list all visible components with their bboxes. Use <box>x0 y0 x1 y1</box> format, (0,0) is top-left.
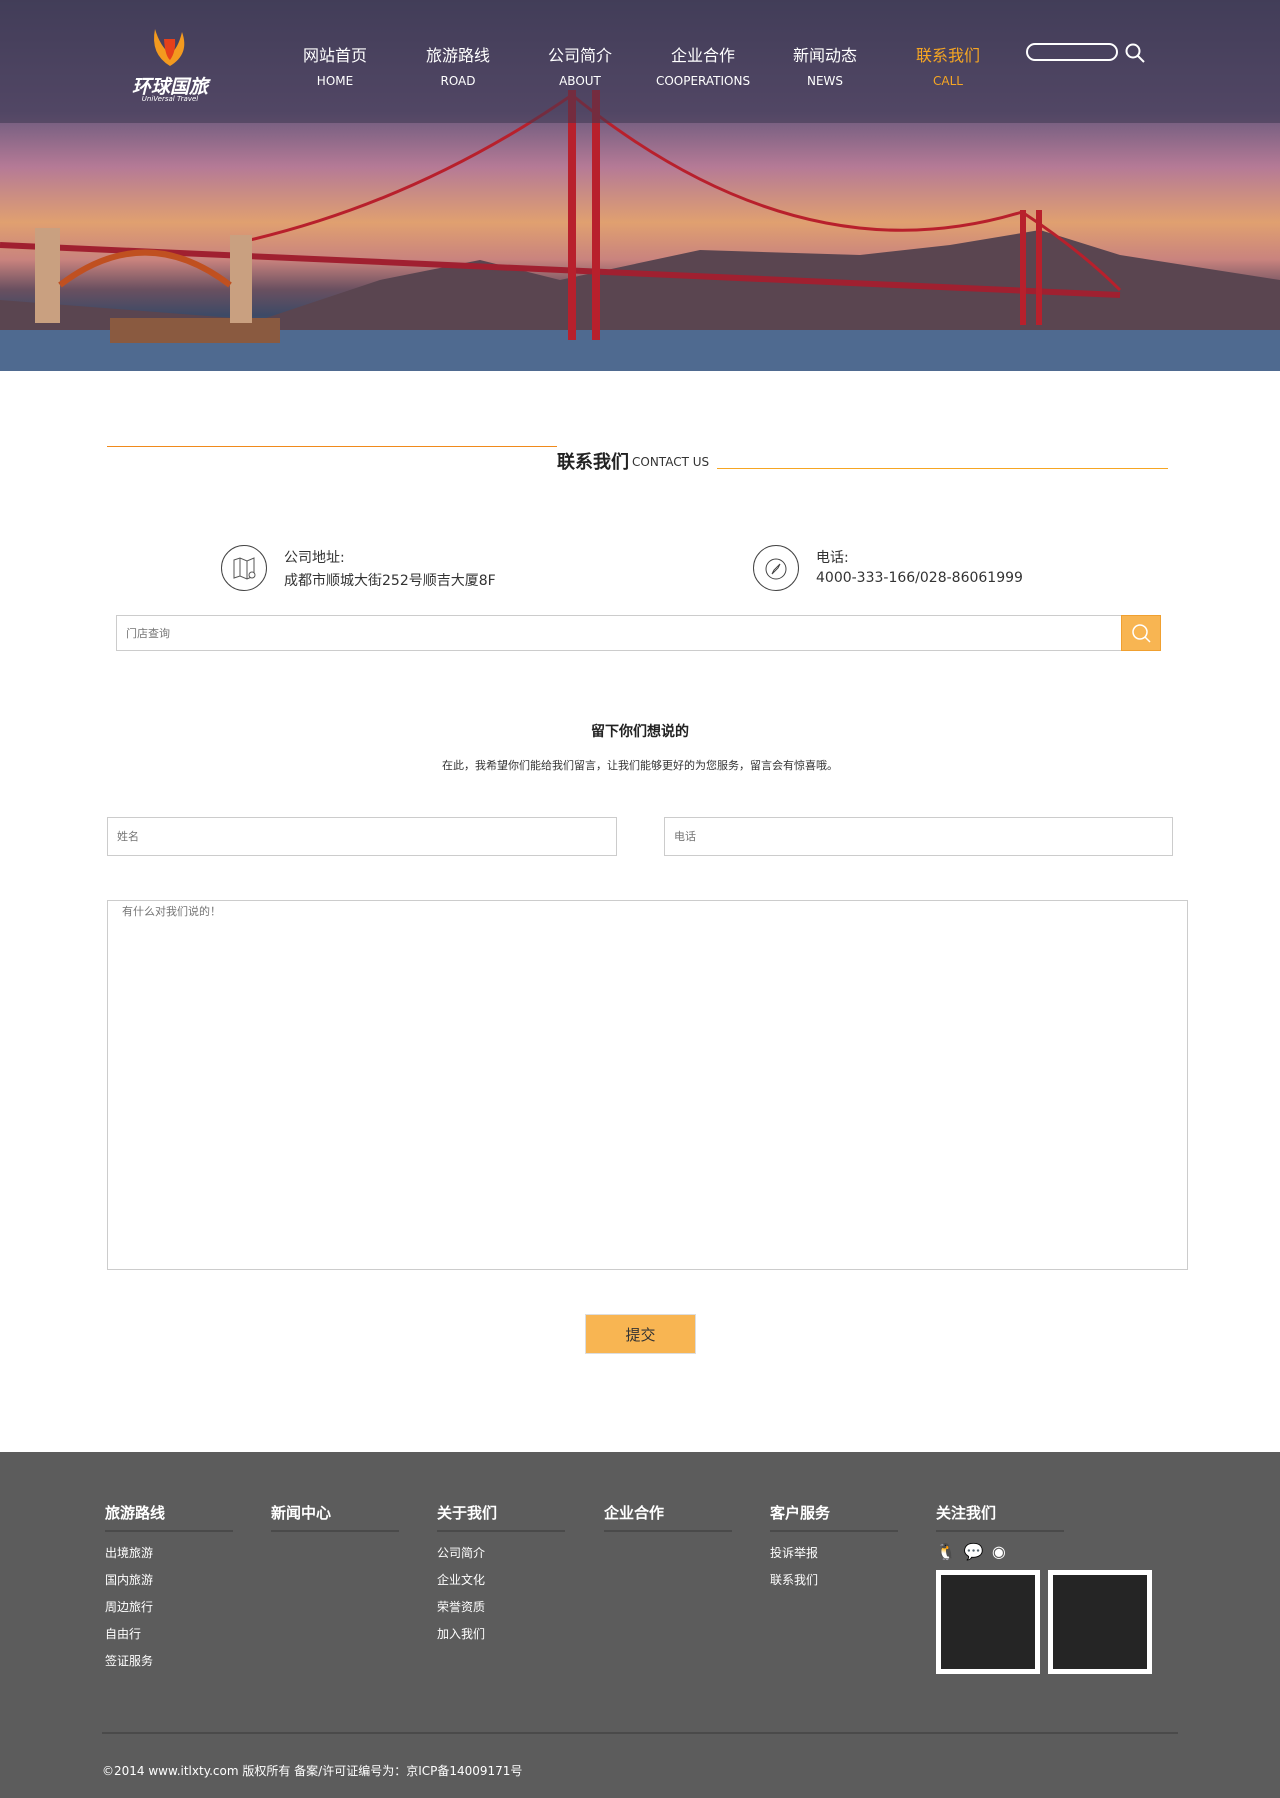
footer-link[interactable]: 周边旅行 <box>105 1598 233 1614</box>
address-value: 成都市顺城大街252号顺吉大厦8F <box>284 573 496 589</box>
search-icon[interactable] <box>1124 42 1146 64</box>
qr-code <box>1048 1570 1152 1674</box>
nav-label: 新闻动态 <box>792 46 857 65</box>
message-textarea[interactable] <box>107 900 1188 1270</box>
nav-road[interactable]: 旅游路线 ROAD <box>398 42 518 88</box>
submit-button[interactable]: 提交 <box>585 1314 696 1354</box>
search-icon <box>1132 624 1151 643</box>
footer: 旅游路线 出境旅游 国内旅游 周边旅行 自由行 签证服务 新闻中心 关于我们 公司简介企… <box>0 1452 1280 1798</box>
wechat-icon[interactable]: 💬 <box>964 1542 984 1561</box>
footer-heading: 旅游路线 <box>105 1502 233 1532</box>
nav-home[interactable]: 网站首页 HOME <box>275 42 395 88</box>
nav-about[interactable]: 公司简介 ABOUT <box>520 42 640 88</box>
header-search-input[interactable] <box>1026 43 1118 61</box>
nav-cooperations[interactable]: 企业合作 COOPERATIONS <box>643 42 763 88</box>
footer-link[interactable]: 国内旅游 <box>105 1571 233 1587</box>
store-search-button[interactable] <box>1121 615 1161 651</box>
site-header: 环球国旅 UniVersal Travel 网站首页 HOME 旅游路线 ROAD … <box>0 0 1280 123</box>
message-subtitle: 在此，我希望你们能给我们留言，让我们能够更好的为您服务，留言会有惊喜哦。 <box>442 759 838 772</box>
nav-label: 企业合作 <box>670 46 735 65</box>
footer-link[interactable]: 投诉举报 <box>770 1544 898 1560</box>
phone-input[interactable] <box>664 817 1173 856</box>
nav-sublabel: CALL <box>933 74 963 88</box>
compass-icon <box>753 545 799 591</box>
footer-col-news: 新闻中心 <box>271 1502 399 1532</box>
site-logo[interactable]: 环球国旅 UniVersal Travel <box>120 24 220 104</box>
address-label: 公司地址: <box>284 550 345 566</box>
footer-heading: 客户服务 <box>770 1502 898 1532</box>
footer-col-service: 客户服务 投诉举报联系我们 <box>770 1502 898 1587</box>
message-title: 留下你们想说的 <box>591 724 689 740</box>
nav-label: 公司简介 <box>547 46 612 65</box>
footer-link[interactable]: 公司简介 <box>437 1544 565 1560</box>
nav-label: 旅游路线 <box>425 46 490 65</box>
divider <box>717 468 1168 469</box>
store-search-input[interactable] <box>117 616 1117 650</box>
flame-logo-icon <box>154 29 185 66</box>
nav-sublabel: ROAD <box>440 74 476 88</box>
footer-heading: 企业合作 <box>604 1502 732 1532</box>
nav-sublabel: COOPERATIONS <box>655 74 751 88</box>
footer-link[interactable]: 自由行 <box>105 1625 233 1641</box>
footer-link[interactable]: 荣誉资质 <box>437 1598 565 1614</box>
phone-label: 电话: <box>816 550 849 566</box>
footer-link[interactable]: 加入我们 <box>437 1625 565 1641</box>
footer-heading: 新闻中心 <box>271 1502 399 1532</box>
title-cn: 联系我们 <box>557 452 629 473</box>
footer-col-follow: 关注我们 🐧 💬 ◉ <box>936 1502 1064 1561</box>
store-search-bar <box>116 615 1161 651</box>
footer-link[interactable]: 签证服务 <box>105 1652 233 1668</box>
nav-news[interactable]: 新闻动态 NEWS <box>765 42 885 88</box>
nav-label: 网站首页 <box>302 46 367 65</box>
divider <box>107 446 557 447</box>
nav-label: 联系我们 <box>915 46 980 65</box>
qr-code <box>936 1570 1040 1674</box>
map-icon <box>221 545 267 591</box>
footer-col-cooperation: 企业合作 <box>604 1502 732 1532</box>
qq-icon[interactable]: 🐧 <box>936 1542 956 1561</box>
weibo-icon[interactable]: ◉ <box>992 1542 1006 1561</box>
footer-heading: 关注我们 <box>936 1502 1064 1532</box>
nav-sublabel: HOME <box>316 74 354 88</box>
copyright: ©2014 www.itlxty.com 版权所有 备案/许可证编号为：京ICP… <box>102 1764 523 1778</box>
nav-call[interactable]: 联系我们 CALL <box>888 42 1008 88</box>
phone-value: 4000-333-166/028-86061999 <box>816 570 1023 586</box>
logo-subtitle: UniVersal Travel <box>141 95 199 103</box>
contact-section-title: 联系我们 CONTACT US <box>0 446 1280 476</box>
footer-link[interactable]: 出境旅游 <box>105 1544 233 1560</box>
nav-sublabel: NEWS <box>806 74 844 88</box>
name-input[interactable] <box>107 817 617 856</box>
title-en: CONTACT US <box>632 455 710 469</box>
footer-heading: 关于我们 <box>437 1502 565 1532</box>
divider <box>102 1732 1178 1734</box>
footer-link[interactable]: 企业文化 <box>437 1571 565 1587</box>
footer-col-about: 关于我们 公司简介企业文化荣誉资质加入我们 <box>437 1502 565 1641</box>
footer-link[interactable]: 联系我们 <box>770 1571 898 1587</box>
footer-col-routes: 旅游路线 出境旅游国内旅游周边旅行自由行签证服务 <box>105 1502 233 1668</box>
nav-sublabel: ABOUT <box>559 74 601 88</box>
